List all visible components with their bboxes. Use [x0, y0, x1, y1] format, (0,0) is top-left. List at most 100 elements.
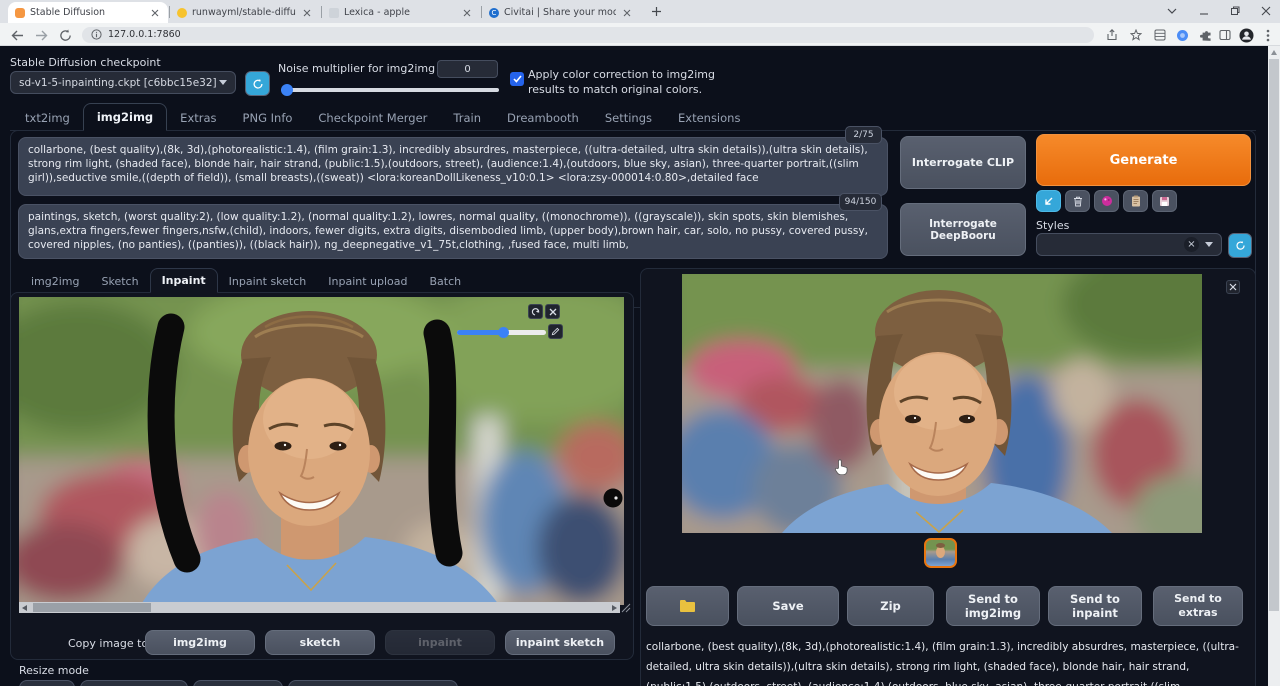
prompt-textarea[interactable]: collarbone, (best quality),(8k, 3d),(pho… — [18, 137, 888, 196]
styles-label: Styles — [1036, 219, 1069, 232]
tab-group-extension-icon[interactable] — [1152, 27, 1168, 43]
canvas-horizontal-scrollbar[interactable] — [19, 602, 620, 613]
checkpoint-dropdown[interactable]: sd-v1-5-inpainting.ckpt [c6bbc15e32] — [10, 71, 236, 94]
back-icon[interactable] — [9, 27, 25, 43]
pencil-icon — [551, 327, 560, 336]
scroll-left-icon[interactable] — [22, 605, 27, 611]
extensions-puzzle-icon[interactable] — [1197, 27, 1213, 43]
styles-dropdown[interactable]: × — [1036, 233, 1222, 256]
tab-title: Stable Diffusion — [30, 7, 144, 18]
interrogate-deepbooru-button[interactable]: Interrogate DeepBooru — [900, 203, 1026, 256]
clear-styles-icon[interactable]: × — [1184, 237, 1199, 252]
gallery-thumbnail-selected[interactable] — [924, 538, 957, 568]
blue-extension-icon[interactable] — [1174, 27, 1190, 43]
inpaint-source-image[interactable] — [19, 297, 624, 605]
send-to-inpaint-button[interactable]: Send to inpaint — [1048, 586, 1142, 626]
paste-generation-params-button[interactable] — [1036, 190, 1061, 212]
browser-tab-stable-diffusion[interactable]: Stable Diffusion — [8, 2, 168, 23]
noise-multiplier-input[interactable]: 0 — [437, 60, 498, 78]
resize-option-latent-upscale[interactable] — [288, 680, 458, 686]
tab-png-info[interactable]: PNG Info — [230, 105, 306, 131]
close-output-button[interactable] — [1226, 280, 1240, 294]
browser-tab-civitai[interactable]: C Civitai | Share your models — [482, 2, 640, 23]
open-folder-button[interactable] — [646, 586, 729, 626]
tab-extensions[interactable]: Extensions — [665, 105, 753, 131]
tab-settings[interactable]: Settings — [592, 105, 665, 131]
page-scrollbar[interactable] — [1268, 46, 1280, 686]
reload-icon[interactable] — [57, 27, 73, 43]
brush-size-slider[interactable] — [457, 326, 546, 338]
site-info-icon[interactable] — [91, 29, 102, 40]
tab-train[interactable]: Train — [440, 105, 494, 131]
browser-tab-lexica[interactable]: Lexica - apple — [322, 2, 480, 23]
browser-menu-icon[interactable] — [1260, 27, 1276, 43]
color-correction-checkbox[interactable] — [510, 72, 524, 86]
apply-style-button[interactable] — [1123, 190, 1148, 212]
tab-close-icon[interactable] — [301, 7, 313, 19]
scrollbar-thumb[interactable] — [1269, 59, 1279, 611]
copy-to-inpaint-sketch-button[interactable]: inpaint sketch — [505, 630, 615, 655]
resize-option-resize-and-fill[interactable] — [193, 680, 283, 686]
inpaint-canvas[interactable] — [19, 297, 624, 605]
slider-handle[interactable] — [281, 84, 293, 96]
noise-multiplier-slider[interactable] — [281, 84, 499, 96]
tab-img2img[interactable]: img2img — [83, 103, 167, 131]
copy-to-sketch-button[interactable]: sketch — [265, 630, 375, 655]
zip-button[interactable]: Zip — [847, 586, 934, 626]
window-close-button[interactable] — [1258, 3, 1274, 19]
tab-checkpoint-merger[interactable]: Checkpoint Merger — [305, 105, 440, 131]
side-panel-icon[interactable] — [1217, 27, 1233, 43]
tab-title: runwayml/stable-diffusion-inpa — [192, 7, 296, 18]
forward-icon[interactable] — [33, 27, 49, 43]
window-restore-button[interactable] — [1227, 3, 1243, 19]
tab-close-icon[interactable] — [621, 7, 633, 19]
tab-close-icon[interactable] — [149, 7, 161, 19]
window-minimize-button[interactable] — [1196, 3, 1212, 19]
mode-tab-sketch[interactable]: Sketch — [91, 270, 150, 293]
tab-extras[interactable]: Extras — [167, 105, 229, 131]
brush-button[interactable] — [548, 324, 563, 339]
save-style-button[interactable] — [1152, 190, 1177, 212]
profile-avatar[interactable] — [1238, 27, 1254, 43]
scroll-right-icon[interactable] — [612, 605, 617, 611]
tab-close-icon[interactable] — [461, 7, 473, 19]
resize-option-just-resize[interactable] — [19, 680, 75, 686]
negative-prompt-textarea[interactable]: paintings, sketch, (worst quality:2), (l… — [18, 204, 888, 259]
slider-handle[interactable] — [498, 327, 509, 338]
output-image[interactable] — [682, 274, 1202, 533]
interrogate-clip-button[interactable]: Interrogate CLIP — [900, 136, 1026, 189]
undo-icon — [531, 307, 540, 316]
save-button[interactable]: Save — [737, 586, 839, 626]
send-to-extras-button[interactable]: Send to extras — [1153, 586, 1243, 626]
resize-option-crop-and-resize[interactable] — [80, 680, 188, 686]
generate-button[interactable]: Generate — [1036, 134, 1251, 186]
refresh-styles-button[interactable] — [1228, 233, 1252, 258]
copy-to-img2img-button[interactable]: img2img — [145, 630, 255, 655]
undo-button[interactable] — [528, 304, 543, 319]
mode-tab-inpaint-upload[interactable]: Inpaint upload — [317, 270, 418, 293]
new-tab-button[interactable] — [648, 3, 664, 19]
scrollbar-thumb[interactable] — [33, 603, 151, 612]
tab-dreambooth[interactable]: Dreambooth — [494, 105, 592, 131]
mode-tab-inpaint-sketch[interactable]: Inpaint sketch — [218, 270, 318, 293]
mode-tab-inpaint[interactable]: Inpaint — [150, 268, 218, 293]
clear-prompt-button[interactable] — [1065, 190, 1090, 212]
window-chevron-icon[interactable] — [1164, 3, 1180, 19]
address-bar[interactable]: 127.0.0.1:7860 — [82, 27, 1094, 43]
scroll-up-icon[interactable] — [1271, 50, 1277, 55]
browser-tab-strip: Stable Diffusion runwayml/stable-diffusi… — [0, 0, 1280, 23]
mode-tab-batch[interactable]: Batch — [419, 270, 473, 293]
browser-tab-runwayml[interactable]: runwayml/stable-diffusion-inpa — [170, 2, 320, 23]
share-icon[interactable] — [1104, 27, 1120, 43]
floppy-save-icon — [1159, 196, 1170, 207]
checkpoint-label: Stable Diffusion checkpoint — [10, 56, 161, 69]
bookmark-star-icon[interactable] — [1128, 27, 1144, 43]
tab-txt2img[interactable]: txt2img — [12, 105, 83, 131]
resize-grip-icon[interactable] — [621, 603, 631, 613]
send-to-img2img-button[interactable]: Send to img2img — [946, 586, 1040, 626]
extra-networks-button[interactable] — [1094, 190, 1119, 212]
clear-image-button[interactable] — [545, 304, 560, 319]
close-icon — [549, 308, 557, 316]
mode-tab-img2img[interactable]: img2img — [20, 270, 91, 293]
refresh-checkpoints-button[interactable] — [245, 71, 270, 96]
